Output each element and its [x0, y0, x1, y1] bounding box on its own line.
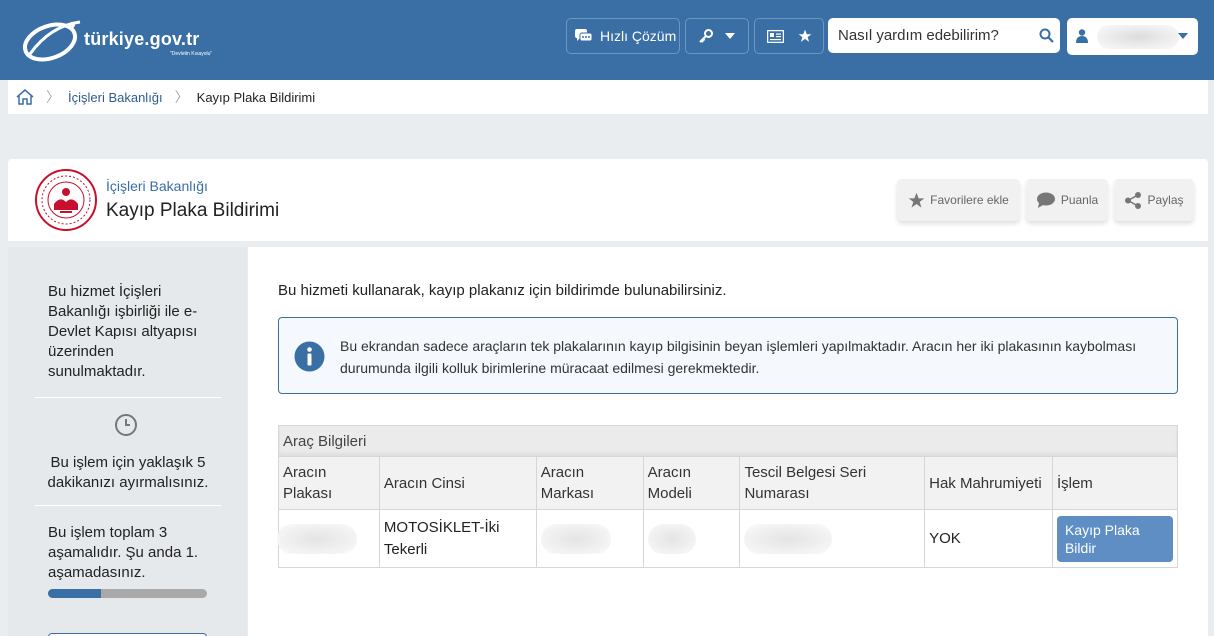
- vehicle-info-table: Araç Bilgileri Aracın Plakası Aracın Cin…: [277, 425, 1179, 568]
- user-icon: [1076, 29, 1088, 43]
- page-title: Kayıp Plaka Bildirimi: [106, 200, 280, 221]
- key-icon: [699, 29, 713, 43]
- quick-solution-button[interactable]: Hızlı Çözüm: [566, 18, 680, 54]
- column-header: Tescil Belgesi Seri Numarası: [739, 456, 926, 510]
- duration-text: Bu işlem için yaklaşık 5 dakikanızı ayır…: [47, 454, 209, 491]
- user-menu-button[interactable]: [1067, 18, 1198, 55]
- breadcrumb-current: Kayıp Plaka Bildirimi: [196, 89, 316, 105]
- plate-cell: [277, 509, 380, 568]
- breadcrumb-separator: 〉: [174, 89, 189, 105]
- service-header: İçişleri Bakanlığı Kayıp Plaka Bildirimi…: [8, 159, 1208, 241]
- table-caption: Araç Bilgileri: [278, 425, 1178, 457]
- action-cell: Kayıp Plaka Bildir: [1051, 509, 1179, 568]
- table-row: MOTOSİKLET-İki Tekerli YOK Kayıp Plaka B…: [277, 509, 1179, 568]
- logo-text: türkiye.gov.tr: [84, 29, 200, 49]
- step-progress-fill: [48, 589, 101, 598]
- chat-icon: [575, 29, 592, 42]
- logo-tagline: "Devletin Kısayolu": [170, 51, 213, 57]
- registration-serial-cell: [739, 509, 926, 568]
- step-text: Bu işlem toplam 3 aşamalıdır. Şu anda 1.…: [48, 524, 199, 581]
- main-content: Bu hizmeti kullanarak, kayıp plakanız iç…: [248, 247, 1208, 636]
- favorites-menu-button[interactable]: [754, 18, 824, 54]
- column-header: İşlem: [1051, 456, 1179, 510]
- deprivation-cell: YOK: [924, 509, 1053, 568]
- turkiye-gov-logo[interactable]: türkiye.gov.tr "Devletin Kısayolu": [20, 16, 230, 66]
- redacted-value: [277, 523, 357, 554]
- model-cell: [642, 509, 741, 568]
- chevron-down-icon: [1178, 33, 1188, 39]
- info-icon: [294, 341, 325, 372]
- divider: [35, 397, 221, 398]
- redacted-value: [744, 523, 833, 554]
- intro-text: Bu hizmeti kullanarak, kayıp plakanız iç…: [278, 282, 727, 299]
- logo-swoosh-icon: [22, 20, 81, 62]
- rate-button[interactable]: Puanla: [1026, 179, 1108, 221]
- id-card-icon: [766, 29, 784, 43]
- service-info-sidebar: Bu hizmet İçişleri Bakanlığı işbirliği i…: [8, 247, 247, 636]
- table-header-row: Aracın Plakası Aracın Cinsi Aracın Marka…: [278, 456, 1179, 510]
- comment-icon: [1036, 192, 1055, 208]
- share-icon: [1125, 191, 1142, 209]
- cooperation-text: Bu hizmet İçişleri Bakanlığı işbirliği i…: [48, 283, 198, 380]
- quick-solution-label: Hızlı Çözüm: [600, 28, 677, 44]
- user-name-redacted: [1097, 25, 1179, 49]
- ministry-seal-logo: [35, 169, 97, 231]
- column-header: Aracın Modeli: [642, 456, 741, 510]
- breadcrumb: 〉 İçişleri Bakanlığı 〉 Kayıp Plaka Bildi…: [8, 80, 1208, 114]
- column-header: Aracın Markası: [535, 456, 644, 510]
- info-text: Bu ekrandan sadece araçların tek plakala…: [340, 338, 1137, 376]
- share-button[interactable]: Paylaş: [1114, 179, 1194, 221]
- redacted-value: [540, 523, 611, 554]
- rate-label: Puanla: [1060, 193, 1099, 207]
- divider: [35, 505, 221, 506]
- brand-cell: [535, 509, 644, 568]
- search-input[interactable]: [828, 18, 1033, 53]
- clock-icon: [115, 414, 137, 436]
- breadcrumb-separator: 〉: [46, 89, 60, 105]
- search-icon[interactable]: [1039, 28, 1054, 43]
- chevron-down-icon: [725, 33, 735, 39]
- service-ministry[interactable]: İçişleri Bakanlığı: [106, 178, 208, 194]
- top-header: türkiye.gov.tr "Devletin Kısayolu" Hızlı…: [0, 0, 1214, 80]
- redacted-value: [647, 523, 696, 554]
- column-header: Aracın Cinsi: [378, 456, 537, 510]
- info-alert: Bu ekrandan sadece araçların tek plakala…: [278, 317, 1178, 394]
- search-box: [828, 18, 1060, 53]
- breadcrumb-ministry-link[interactable]: İçişleri Bakanlığı: [68, 90, 163, 105]
- share-label: Paylaş: [1147, 193, 1184, 207]
- add-favorite-button[interactable]: Favorilere ekle: [897, 179, 1020, 221]
- tools-menu-button[interactable]: [685, 18, 749, 54]
- column-header: Aracın Plakası: [278, 456, 380, 510]
- add-favorite-label: Favorilere ekle: [930, 193, 1009, 207]
- star-icon: [798, 29, 811, 42]
- column-header: Hak Mahrumiyeti: [924, 456, 1053, 510]
- report-lost-plate-button[interactable]: Kayıp Plaka Bildir: [1056, 515, 1173, 562]
- star-icon: [908, 192, 925, 208]
- home-icon[interactable]: [16, 89, 34, 105]
- step-progress-bar: [48, 589, 207, 598]
- type-cell: MOTOSİKLET-İki Tekerli: [378, 509, 537, 568]
